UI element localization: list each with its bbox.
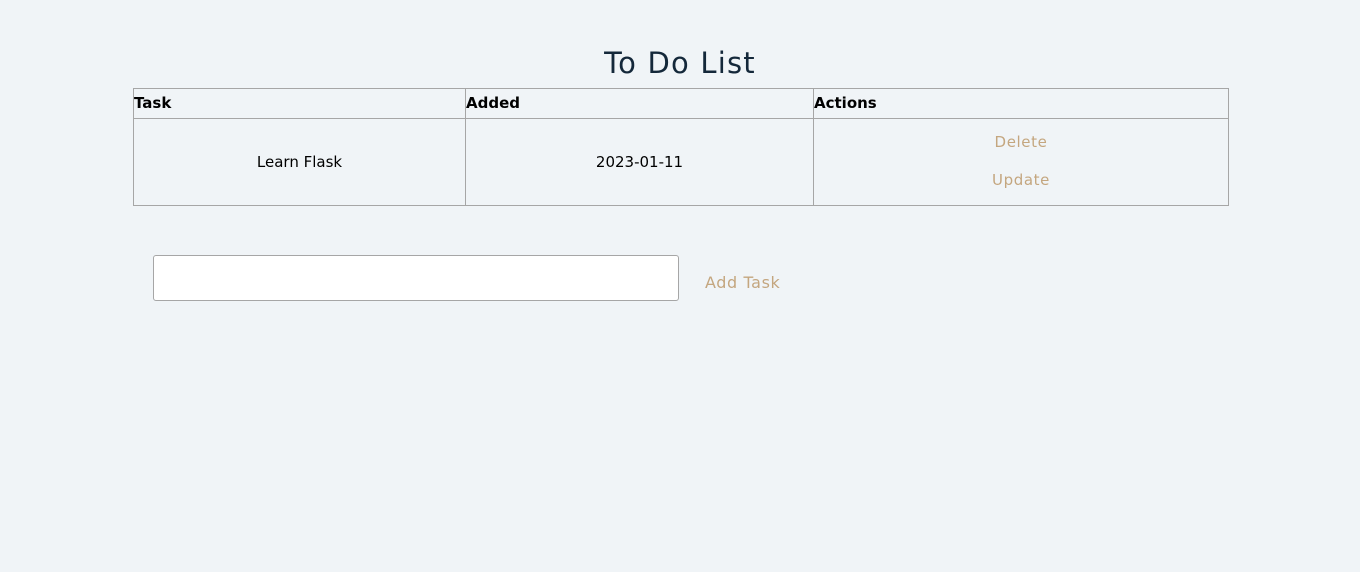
page-title: To Do List xyxy=(604,46,756,80)
task-input[interactable] xyxy=(153,255,679,301)
delete-link[interactable]: Delete xyxy=(814,132,1228,152)
column-header-task: Task xyxy=(133,88,466,119)
add-task-form: Add Task xyxy=(153,254,780,302)
column-header-actions: Actions xyxy=(813,88,1229,119)
tasks-table: Task Added Actions Learn Flask 2023-01-1… xyxy=(133,88,1229,206)
actions-cell: Delete Update xyxy=(813,118,1229,206)
task-cell: Learn Flask xyxy=(133,118,466,206)
added-date-cell: 2023-01-11 xyxy=(465,118,814,206)
table-header-row: Task Added Actions xyxy=(133,88,1229,119)
column-header-added: Added xyxy=(465,88,814,119)
table-row: Learn Flask 2023-01-11 Delete Update xyxy=(133,118,1229,206)
update-link[interactable]: Update xyxy=(814,170,1228,190)
add-task-button[interactable]: Add Task xyxy=(705,273,780,292)
